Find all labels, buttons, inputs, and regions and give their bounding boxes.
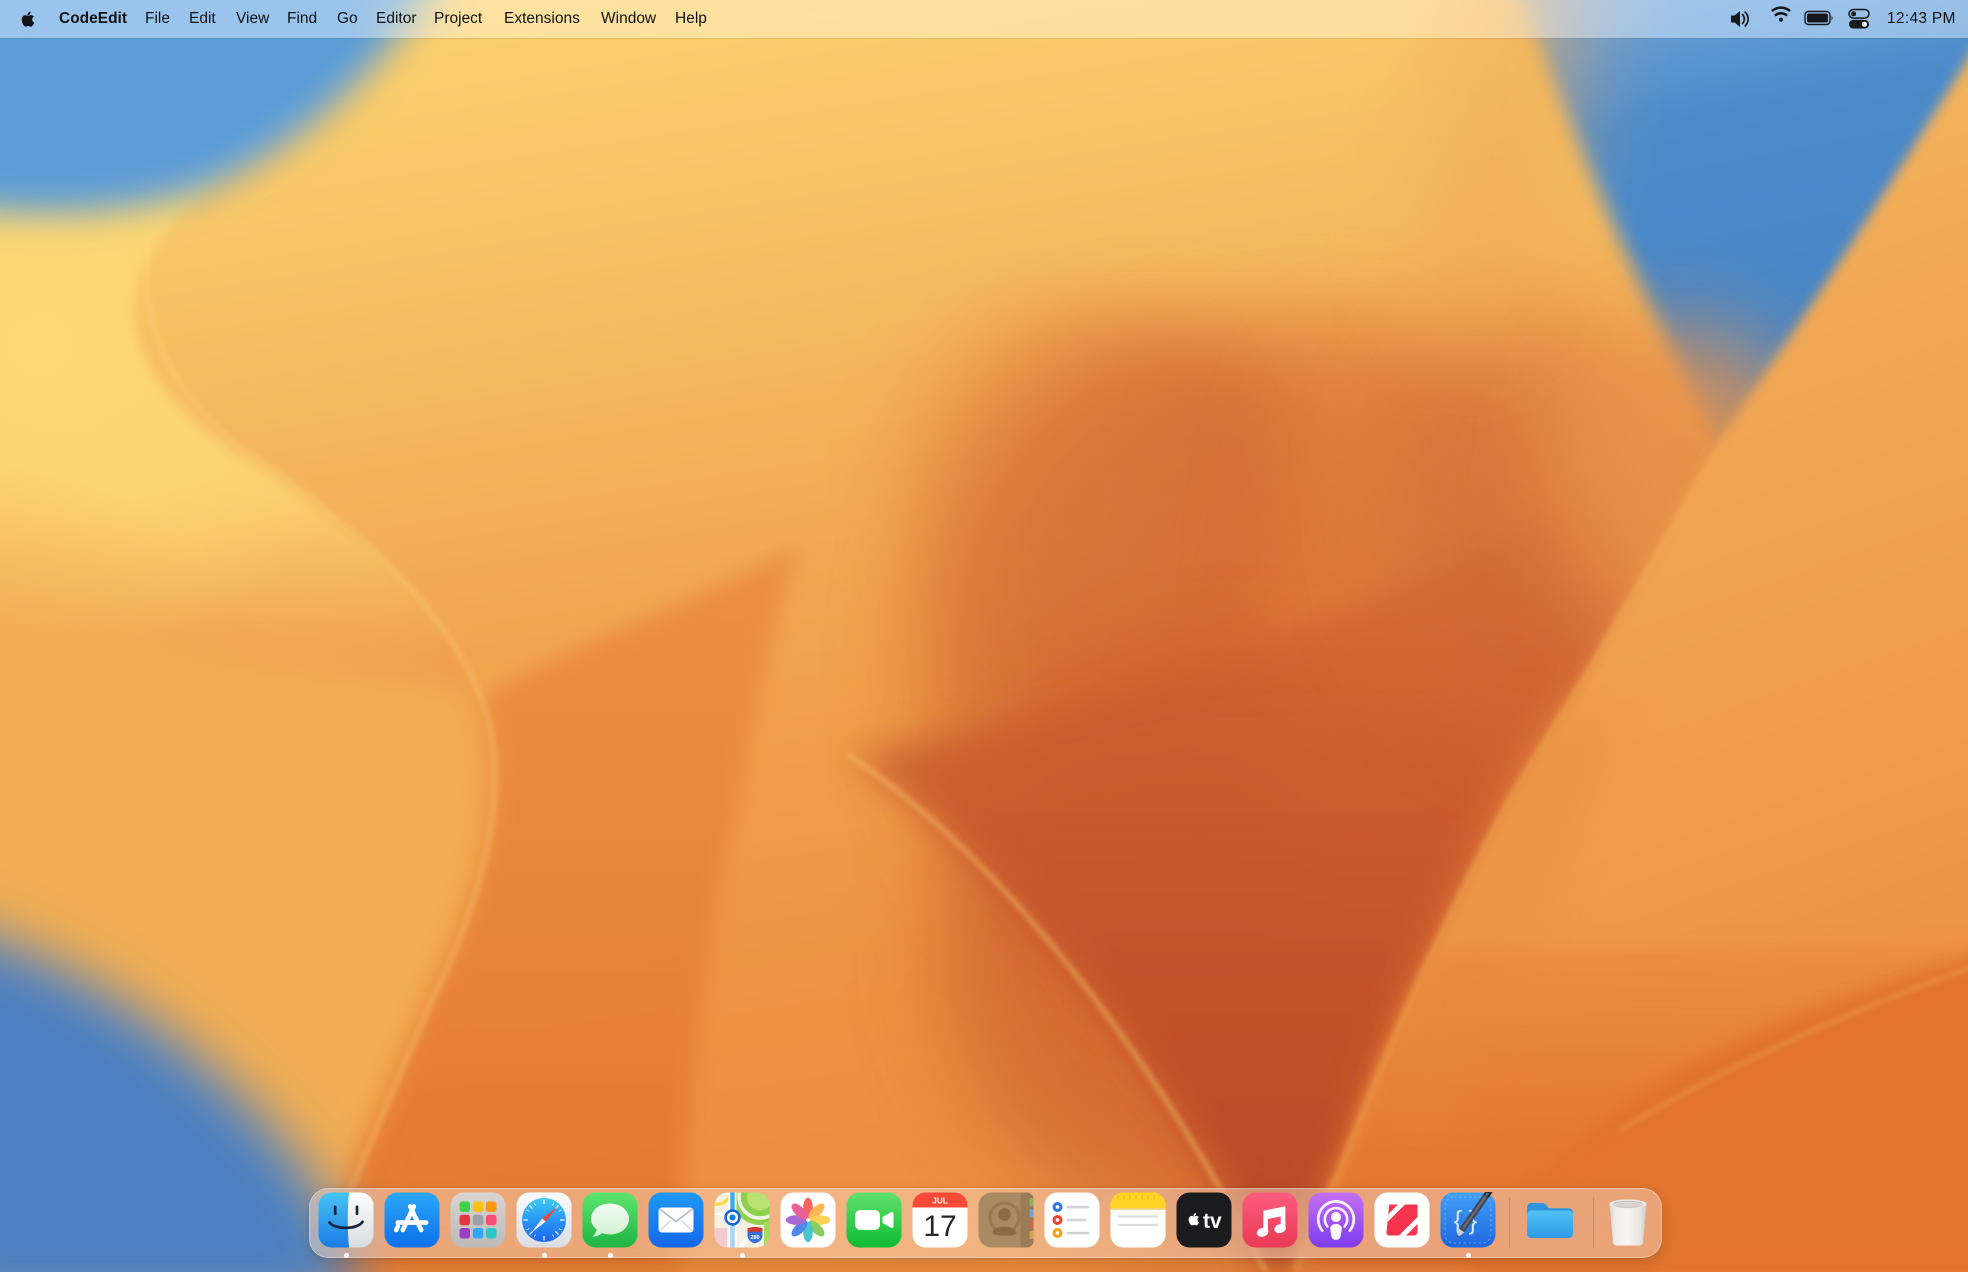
svg-text:280: 280 [750, 1235, 759, 1241]
svg-text:17: 17 [923, 1210, 956, 1243]
svg-text:tv: tv [1203, 1210, 1222, 1233]
svg-text:JUL: JUL [932, 1197, 947, 1206]
